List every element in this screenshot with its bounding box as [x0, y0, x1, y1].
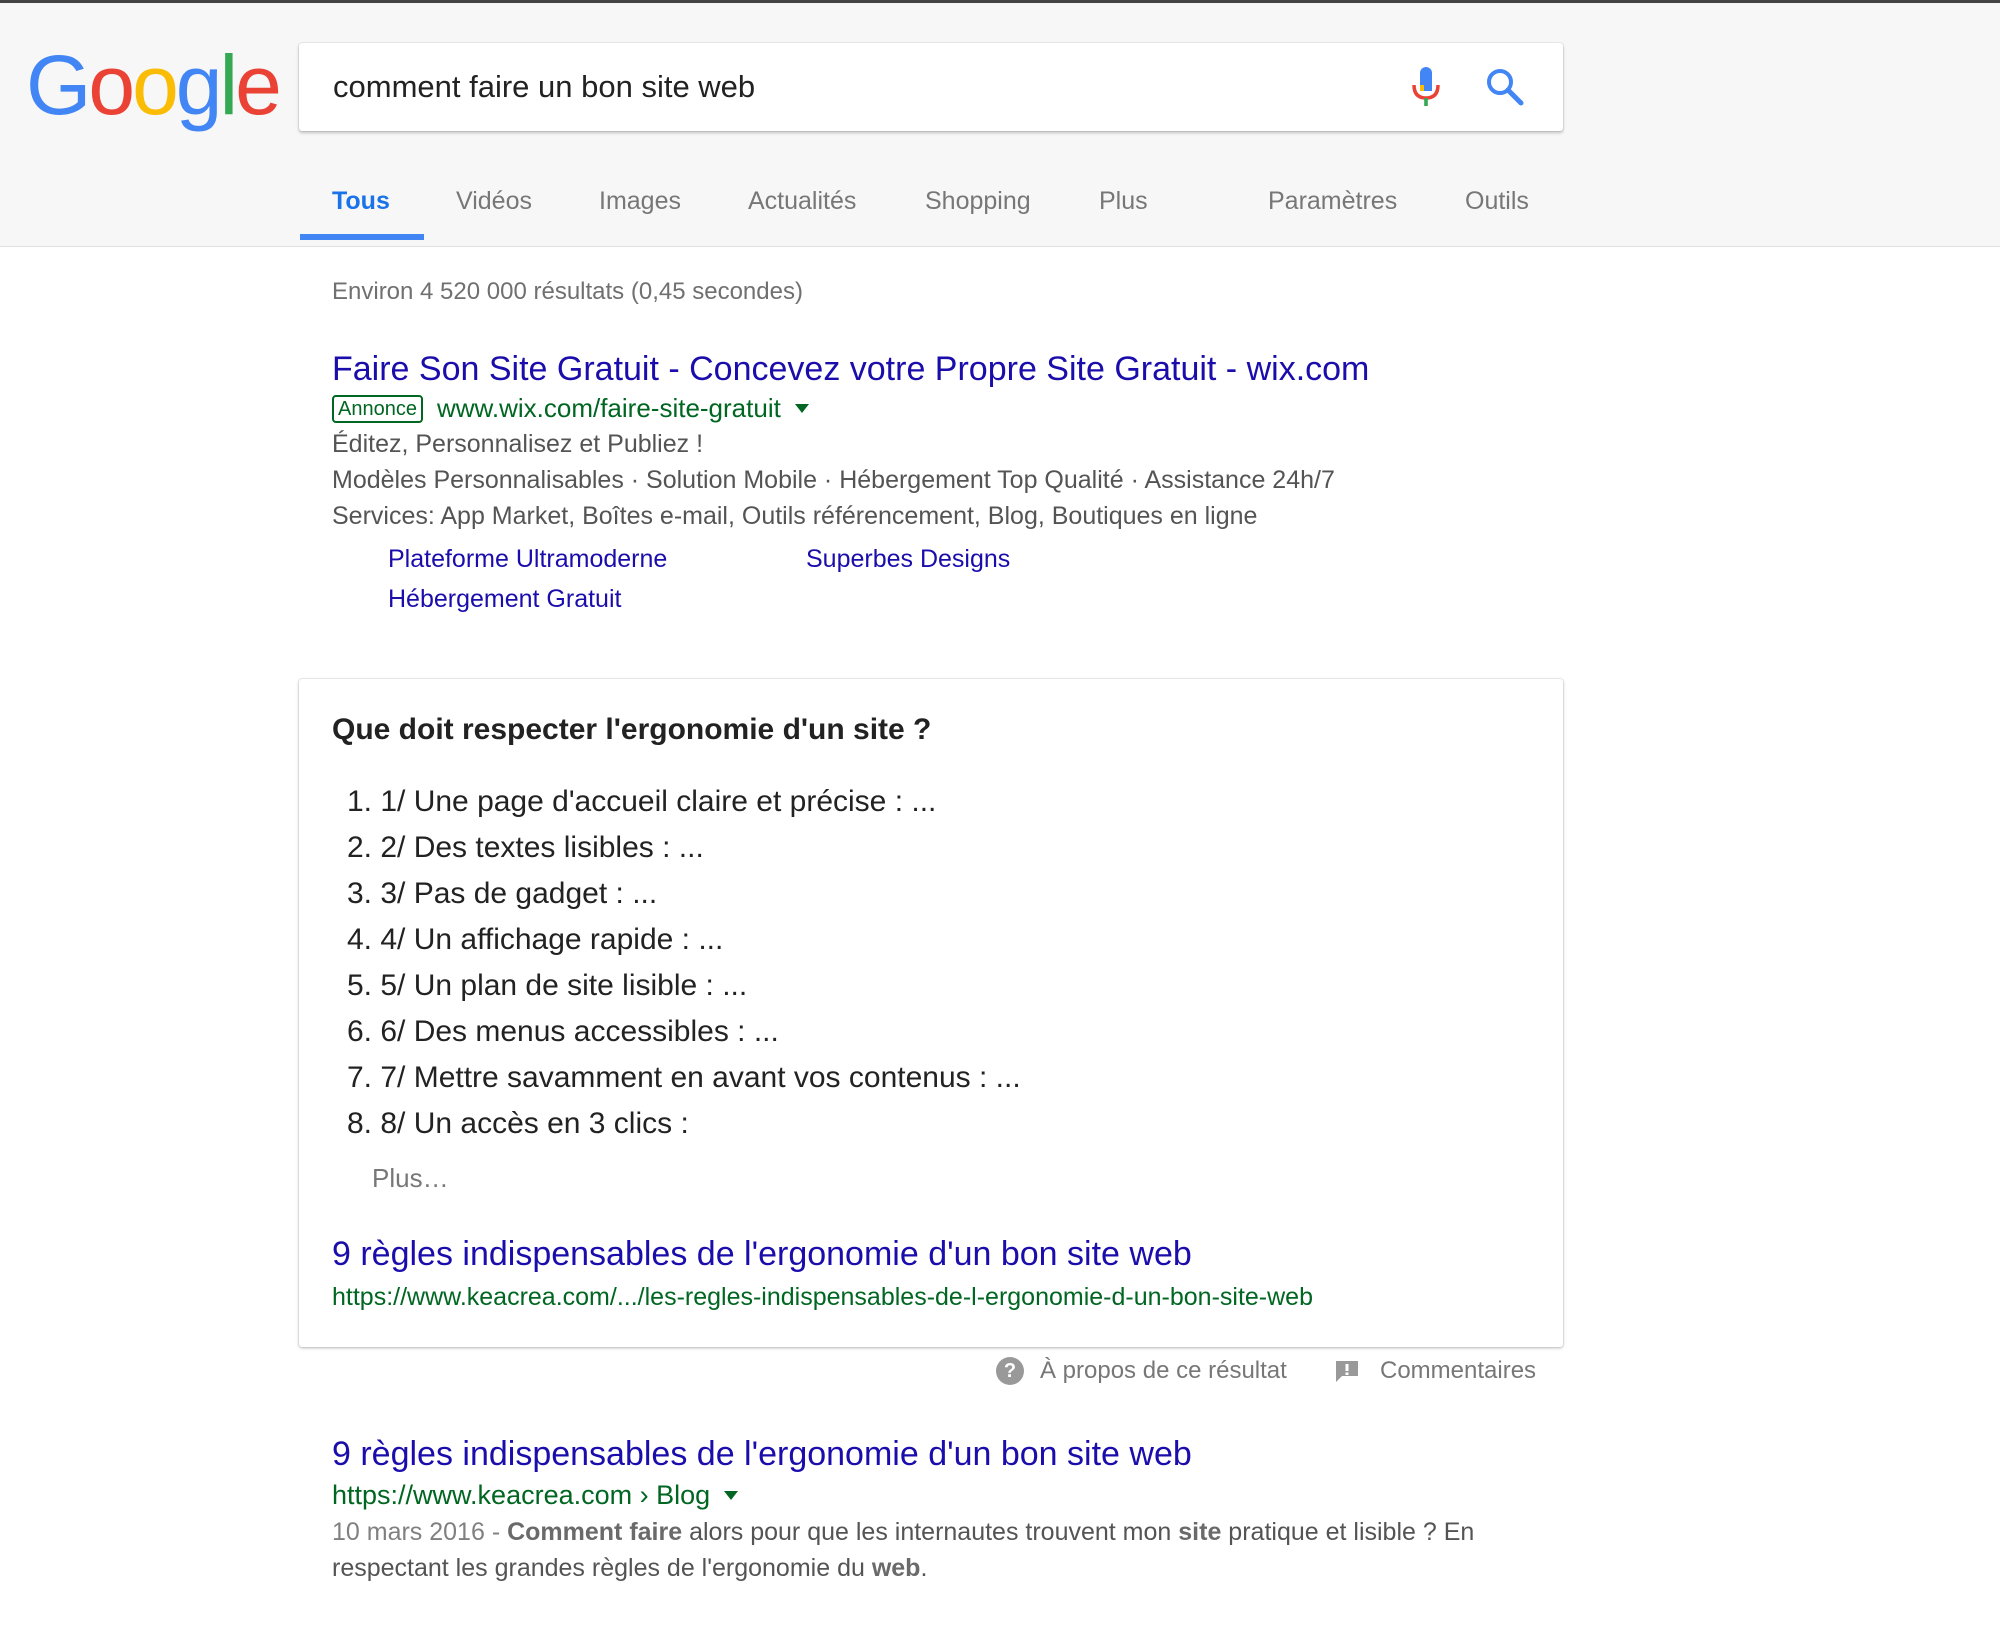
snippet-list: 1. 1/ Une page d'accueil claire et préci… [332, 779, 1021, 1147]
result-url: https://www.keacrea.com › Blog [332, 1480, 711, 1510]
active-tab-indicator [300, 234, 424, 240]
highlighted-term: site [1178, 1518, 1222, 1546]
ad-url: www.wix.com/faire-site-gratuit [436, 393, 781, 423]
search-box[interactable] [299, 43, 1563, 131]
feedback-comments[interactable]: Commentaires [1334, 1357, 1536, 1385]
feedback-icon [1336, 1361, 1358, 1382]
ad-description-line: Services: App Market, Boîtes e-mail, Out… [332, 502, 1258, 530]
google-logo[interactable]: Google [26, 38, 282, 132]
tab-plus[interactable]: Plus [1099, 180, 1148, 243]
result-description: 10 mars 2016 - Comment faire alors pour … [332, 1514, 1572, 1586]
dropdown-caret-icon[interactable] [794, 404, 809, 413]
highlighted-term: web [871, 1554, 921, 1582]
featured-snippet: Que doit respecter l'ergonomie d'un site… [299, 679, 1563, 1347]
list-item: 8. 8/ Un accès en 3 clics : [346, 1107, 689, 1140]
ad-description-line: Modèles Personnalisables · Solution Mobi… [332, 466, 1335, 494]
logo-letter: e [235, 38, 282, 132]
snippet-more-link[interactable]: Plus… [372, 1163, 449, 1194]
snippet-question: Que doit respecter l'ergonomie d'un site… [332, 713, 932, 746]
snippet-source-url: https://www.keacrea.com/.../les-regles-i… [332, 1283, 1313, 1311]
mic-icon[interactable] [1409, 65, 1443, 109]
result-url-line: https://www.keacrea.com › Blog [332, 1480, 739, 1511]
logo-letter: l [219, 38, 239, 132]
search-input[interactable] [333, 69, 1333, 105]
about-result[interactable]: ? À propos de ce résultat [996, 1357, 1287, 1385]
help-icon: ? [996, 1357, 1024, 1385]
dropdown-caret-icon[interactable] [724, 1491, 739, 1500]
result-title-link[interactable]: 9 règles indispensables de l'ergonomie d… [332, 1435, 1192, 1474]
list-item: 4. 4/ Un affichage rapide : ... [346, 923, 724, 956]
ad-badge: Annonce [332, 394, 423, 423]
snippet-source-link[interactable]: 9 règles indispensables de l'ergonomie d… [332, 1235, 1192, 1274]
tab-parametres[interactable]: Paramètres [1268, 180, 1397, 243]
list-item: 5. 5/ Un plan de site lisible : ... [346, 969, 748, 1002]
list-item: 7. 7/ Mettre savamment en avant vos cont… [346, 1061, 1021, 1094]
comments-label: Commentaires [1380, 1357, 1537, 1384]
list-item: 1. 1/ Une page d'accueil claire et préci… [346, 785, 937, 818]
tab-videos[interactable]: Vidéos [456, 180, 532, 243]
result-stats: Environ 4 520 000 résultats (0,45 second… [332, 278, 803, 305]
list-item: 3. 3/ Pas de gadget : ... [346, 877, 658, 910]
list-item: 2. 2/ Des textes lisibles : ... [346, 831, 704, 864]
highlighted-term: Comment faire [507, 1518, 683, 1546]
description-text: . [920, 1554, 928, 1582]
sitelink-designs[interactable]: Superbes Designs [806, 545, 1010, 574]
tab-actualites[interactable]: Actualités [748, 180, 856, 243]
logo-letter: g [175, 38, 223, 132]
tab-images[interactable]: Images [599, 180, 681, 243]
ad-description-line: Éditez, Personnalisez et Publiez ! [332, 430, 704, 458]
logo-letter: o [88, 38, 135, 132]
ad-title-link[interactable]: Faire Son Site Gratuit - Concevez votre … [332, 350, 1369, 389]
list-item: 6. 6/ Des menus accessibles : ... [346, 1015, 779, 1048]
tab-shopping[interactable]: Shopping [925, 180, 1031, 243]
result-date: 10 mars 2016 - [332, 1518, 508, 1546]
tab-outils[interactable]: Outils [1465, 180, 1529, 243]
about-result-label: À propos de ce résultat [1040, 1357, 1287, 1384]
search-icon[interactable] [1485, 67, 1525, 107]
sitelink-hebergement[interactable]: Hébergement Gratuit [388, 585, 621, 614]
ad-url-line: Annonce www.wix.com/faire-site-gratuit [332, 393, 809, 424]
logo-letter: G [26, 38, 91, 132]
logo-letter: o [132, 38, 179, 132]
description-text: alors pour que les internautes trouvent … [682, 1518, 1179, 1546]
sitelink-plateforme[interactable]: Plateforme Ultramoderne [388, 545, 667, 574]
